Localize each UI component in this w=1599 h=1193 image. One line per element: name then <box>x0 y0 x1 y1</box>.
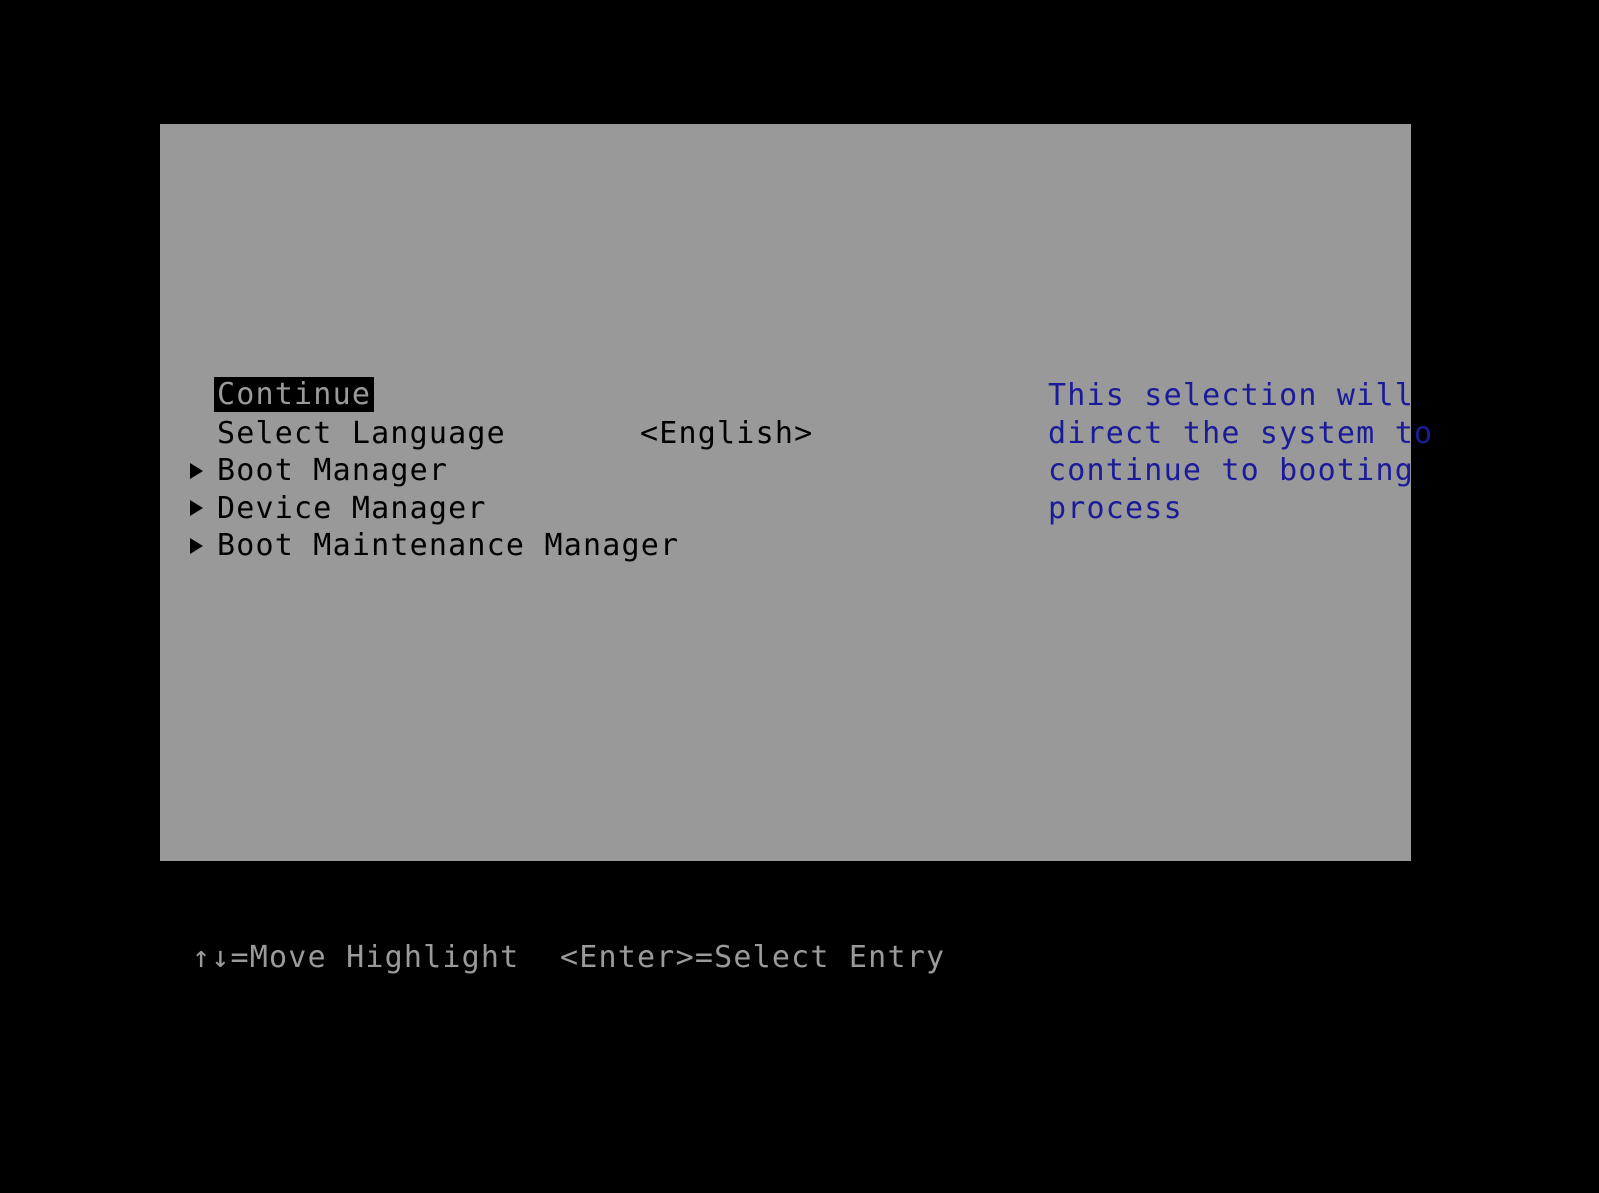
submenu-triangle-icon <box>190 500 203 517</box>
menu-item-continue[interactable]: Continue <box>176 377 936 415</box>
help-pane: This selection will direct the system to… <box>1048 377 1434 527</box>
menu-item-label: Continue <box>214 377 375 412</box>
setup-menu-list: Continue Select Language <English> Boot … <box>176 377 936 565</box>
menu-item-select-language[interactable]: Select Language <English> <box>176 415 936 453</box>
menu-item-label: Boot Maintenance Manager <box>217 528 680 563</box>
submenu-triangle-icon <box>190 537 203 554</box>
submenu-triangle-icon <box>190 462 203 479</box>
hotkey-select-entry: <Enter>=Select Entry <box>560 940 946 975</box>
help-line: This selection will <box>1048 378 1414 413</box>
menu-item-label: Device Manager <box>217 490 487 526</box>
language-value[interactable]: <English> <box>640 415 813 453</box>
uefi-setup-screen: Continue Select Language <English> Boot … <box>0 0 1599 1193</box>
menu-item-device-manager[interactable]: Device Manager <box>176 490 936 528</box>
menu-item-label: Select Language <box>217 415 506 451</box>
help-line: process <box>1048 490 1183 526</box>
menu-item-boot-maintenance-manager[interactable]: Boot Maintenance Manager <box>176 527 936 565</box>
menu-item-boot-manager[interactable]: Boot Manager <box>176 452 936 490</box>
hotkey-move-highlight: ↑↓=Move Highlight <box>192 940 520 975</box>
help-line: direct the system to <box>1048 415 1434 451</box>
menu-item-label: Boot Manager <box>217 453 449 488</box>
hotkey-bar: ↑↓=Move Highlight <Enter>=Select Entry <box>160 938 1411 978</box>
setup-panel: Continue Select Language <English> Boot … <box>160 124 1434 861</box>
help-line: continue to booting <box>1048 453 1414 488</box>
